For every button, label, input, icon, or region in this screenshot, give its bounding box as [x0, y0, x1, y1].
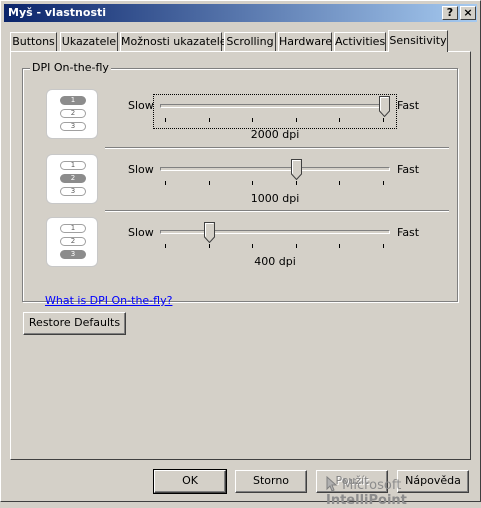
slider-tick	[295, 118, 297, 122]
tab-sensitivity[interactable]: Sensitivity	[388, 30, 448, 52]
slider-thumb[interactable]	[379, 96, 390, 117]
intellipoint-logo: Microsoft IntelliPoint	[326, 475, 470, 508]
slider-tick	[165, 118, 166, 122]
dpi-setting-3-icon: 1 2 3	[46, 217, 98, 267]
pill-1: 1	[60, 224, 86, 233]
slider-tick	[208, 244, 210, 248]
slow-label: Slow	[128, 99, 154, 112]
tab-scrolling[interactable]: Scrolling	[224, 32, 276, 51]
slider-tick	[208, 181, 210, 185]
fast-label: Fast	[397, 226, 420, 239]
sensitivity-panel: DPI On-the-fly 1 2 3 Slow Fast 2000 dpi …	[10, 51, 471, 508]
slider-track	[160, 167, 390, 171]
dpi-setting-2-icon: 1 2 3	[46, 154, 98, 204]
slider-tick	[339, 181, 341, 185]
fast-label: Fast	[397, 99, 420, 112]
tab-activities[interactable]: Activities	[334, 32, 386, 51]
ok-button[interactable]: OK	[153, 469, 227, 494]
pill-1: 1	[60, 161, 86, 170]
slider-thumb[interactable]	[203, 222, 215, 243]
pill-2: 2	[60, 174, 86, 183]
slow-label: Slow	[128, 163, 154, 176]
pointer-icon	[326, 475, 338, 492]
slider-focus	[153, 94, 397, 129]
slider-tick	[339, 118, 341, 122]
pill-3: 3	[60, 122, 86, 131]
slider-tick	[208, 118, 210, 122]
dpi-group-legend: DPI On-the-fly	[30, 61, 111, 74]
slow-label: Slow	[128, 226, 154, 239]
dpi-value: 1000 dpi	[250, 192, 300, 205]
slider-tick	[295, 244, 297, 248]
slider-tick	[295, 181, 297, 185]
dpi-value: 2000 dpi	[250, 128, 300, 141]
pill-3: 3	[60, 250, 86, 259]
dpi-groupbox: DPI On-the-fly 1 2 3 Slow Fast 2000 dpi …	[22, 61, 458, 307]
slider-thumb[interactable]	[291, 159, 303, 180]
row-separator	[105, 147, 449, 149]
help-icon[interactable]: ?	[442, 6, 458, 20]
slider-track	[160, 230, 390, 234]
row-separator	[105, 210, 449, 212]
slider-tick	[252, 118, 254, 122]
dpi-setting-1-icon: 1 2 3	[46, 89, 98, 139]
dpi-value: 400 dpi	[254, 255, 296, 268]
slider-tick	[339, 244, 341, 248]
slider-tick	[383, 181, 384, 185]
pill-2: 2	[60, 109, 86, 118]
slider-tick	[165, 244, 166, 248]
brand-name: Microsoft	[342, 478, 402, 493]
tab-moznosti-ukazatele[interactable]: Možnosti ukazatele	[120, 32, 227, 51]
slider-tick	[165, 181, 166, 185]
title-bar[interactable]: Myš - vlastnosti ? ×	[4, 4, 477, 22]
pill-1: 1	[60, 96, 86, 105]
brand-product: IntelliPoint	[326, 493, 407, 508]
properties-window: Myš - vlastnosti ? × Buttons Ukazatele M…	[0, 0, 481, 508]
pill-2: 2	[60, 237, 86, 246]
tab-hardware[interactable]: Hardware	[278, 32, 332, 51]
dpi-help-link[interactable]: What is DPI On-the-fly?	[45, 294, 172, 307]
slider-tick	[383, 244, 384, 248]
fast-label: Fast	[397, 163, 420, 176]
tab-ukazatele[interactable]: Ukazatele	[60, 32, 118, 51]
tab-buttons[interactable]: Buttons	[10, 32, 57, 51]
slider-tick	[383, 118, 384, 122]
window-title: Myš - vlastnosti	[8, 6, 107, 19]
restore-defaults-button[interactable]: Restore Defaults	[23, 312, 126, 335]
cancel-button[interactable]: Storno	[235, 470, 307, 493]
pill-3: 3	[60, 187, 86, 196]
slider-tick	[252, 244, 254, 248]
slider-tick	[252, 181, 254, 185]
close-icon[interactable]: ×	[460, 6, 476, 20]
slider-track	[160, 104, 390, 108]
